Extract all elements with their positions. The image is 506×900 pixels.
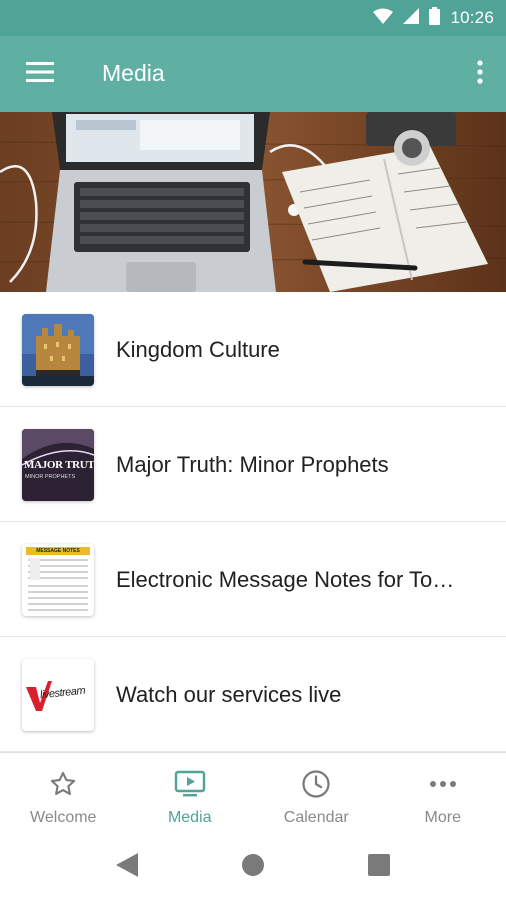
- recents-button[interactable]: [364, 852, 394, 882]
- tab-media[interactable]: Media: [127, 753, 254, 832]
- more-vertical-icon: [477, 59, 483, 89]
- status-bar: 10:26: [0, 0, 506, 36]
- hamburger-menu-icon: [26, 61, 54, 88]
- home-button[interactable]: [238, 852, 268, 882]
- list-item-livestream[interactable]: livestream Watch our services live: [0, 637, 506, 752]
- bottom-navigation: Welcome Media Calendar More: [0, 752, 506, 832]
- tab-label: Welcome: [30, 809, 97, 826]
- system-navigation-bar: [0, 832, 506, 900]
- list-item-kingdom-culture[interactable]: Kingdom Culture: [0, 292, 506, 407]
- list-item-major-truth[interactable]: MAJOR TRUTH MINOR PROPHETS Major Truth: …: [0, 407, 506, 522]
- tab-label: Media: [167, 809, 212, 826]
- major-truth-thumbnail: MAJOR TRUTH MINOR PROPHETS: [22, 429, 94, 501]
- media-list: Kingdom Culture MAJOR TRUTH MINOR PROPHE…: [0, 292, 506, 752]
- hero-image: [0, 112, 506, 292]
- overflow-menu-button[interactable]: [466, 56, 494, 92]
- app-bar: Media: [0, 36, 506, 112]
- back-icon: [116, 852, 138, 882]
- thumbnail-title: MAJOR TRUTH: [24, 459, 94, 471]
- more-horizontal-icon: [429, 767, 457, 801]
- list-item-label: Electronic Message Notes for To…: [116, 567, 455, 592]
- page-title: Media: [102, 60, 165, 86]
- tab-more[interactable]: More: [380, 753, 506, 832]
- home-icon: [242, 853, 264, 881]
- list-item-message-notes[interactable]: MESSAGE NOTES Electronic Message Notes f…: [0, 522, 506, 637]
- thumbnail-subtitle: MINOR PROPHETS: [25, 474, 76, 480]
- tab-label: Calendar: [283, 809, 349, 826]
- battery-icon: [429, 6, 441, 30]
- list-item-label: Watch our services live: [116, 682, 342, 707]
- status-icons: 10:26: [373, 6, 494, 30]
- status-time: 10:26: [450, 8, 494, 27]
- castle-thumbnail: [22, 314, 94, 386]
- list-item-label: Kingdom Culture: [116, 337, 280, 362]
- signal-icon: [403, 7, 420, 29]
- recents-icon: [368, 853, 390, 881]
- clock-icon: [301, 767, 331, 801]
- list-item-label: Major Truth: Minor Prophets: [116, 452, 389, 477]
- tab-welcome[interactable]: Welcome: [0, 753, 127, 832]
- tv-play-icon: [174, 767, 206, 801]
- message-notes-thumbnail: MESSAGE NOTES: [22, 544, 94, 616]
- star-icon: [49, 767, 77, 801]
- livestream-thumbnail: livestream: [22, 659, 94, 731]
- tab-label: More: [424, 809, 461, 826]
- back-button[interactable]: [112, 852, 142, 882]
- tab-calendar[interactable]: Calendar: [253, 753, 380, 832]
- menu-button[interactable]: [20, 58, 60, 90]
- wifi-icon: [373, 8, 394, 29]
